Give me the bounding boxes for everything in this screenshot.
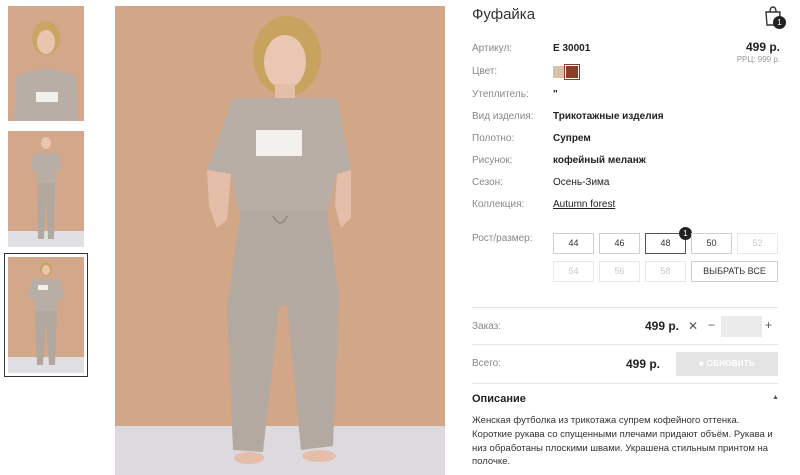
color-label: Цвет: [472, 66, 498, 77]
collection-link[interactable]: Autumn forest [553, 199, 615, 210]
thumbnail-2[interactable] [8, 131, 84, 247]
product-price: 499 р. [745, 40, 780, 54]
cart-button[interactable]: 1 [762, 5, 786, 29]
thumbnail-1[interactable] [8, 6, 84, 121]
fabric-label: Полотно: [472, 133, 515, 144]
quantity-increase-button[interactable]: + [765, 318, 772, 332]
order-price: 499 р. [645, 319, 680, 333]
thumbnail-3[interactable] [4, 253, 88, 377]
order-label: Заказ: [472, 321, 502, 332]
pattern-value: кофейный меланж [553, 155, 646, 166]
article-value: Е 30001 [553, 43, 591, 54]
size-button-50[interactable]: 50 [691, 233, 732, 254]
thumbnail-1-image [8, 6, 84, 121]
cart-count-badge: 1 [773, 16, 786, 29]
color-swatch-brown[interactable] [564, 64, 580, 80]
article-label: Артикул: [472, 43, 513, 54]
thumbnail-2-image [8, 131, 84, 247]
season-value: Осень-Зима [553, 177, 610, 188]
quantity-decrease-button[interactable]: − [708, 318, 715, 332]
pattern-label: Рисунок: [472, 155, 513, 166]
fabric-value: Супрем [553, 133, 591, 144]
collapse-chevron-icon[interactable]: ▲ [772, 394, 779, 401]
main-product-photo [115, 6, 445, 475]
recommended-price: РРЦ: 999 р. [736, 55, 780, 64]
divider-1 [472, 307, 778, 308]
size-button-46[interactable]: 46 [599, 233, 640, 254]
description-title: Описание [472, 393, 526, 405]
refresh-button-label: ОБНОВИТЬ [706, 359, 756, 368]
season-label: Сезон: [472, 177, 503, 188]
divider-2 [472, 344, 778, 345]
bag-icon: ■ [698, 359, 705, 368]
model-photo-image [115, 6, 445, 475]
product-type-value: Трикотажные изделия [553, 111, 664, 122]
product-type-label: Вид изделия: [472, 111, 534, 122]
quantity-input[interactable] [721, 316, 762, 337]
size-button-54: 54 [553, 261, 594, 282]
size-button-52: 52 [737, 233, 778, 254]
divider-3 [472, 383, 778, 384]
total-price: 499 р. [626, 357, 661, 371]
select-all-sizes-button[interactable]: ВЫБРАТЬ ВСЕ [691, 261, 778, 282]
size-button-58: 58 [645, 261, 686, 282]
thumbnail-3-image [8, 257, 84, 373]
total-label: Всего: [472, 358, 501, 369]
description-text: Женская футболка из трикотажа супрем коф… [472, 415, 773, 468]
refresh-button[interactable]: ■ ОБНОВИТЬ [676, 352, 778, 376]
color-swatch-beige[interactable] [553, 66, 565, 78]
size-label: Рост/размер: [472, 233, 533, 244]
size-button-44[interactable]: 44 [553, 233, 594, 254]
product-title: Фуфайка [472, 6, 536, 23]
remove-icon[interactable]: ✕ [688, 319, 698, 333]
collection-label: Коллекция: [472, 199, 525, 210]
insulation-value: " [553, 89, 558, 100]
insulation-label: Утеплитель: [472, 89, 529, 100]
size-button-56: 56 [599, 261, 640, 282]
